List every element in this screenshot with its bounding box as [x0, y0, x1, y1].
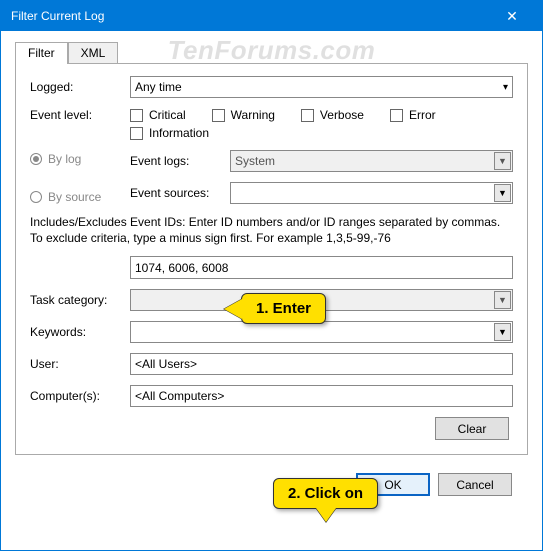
close-icon[interactable]: ✕: [492, 8, 532, 25]
checkbox-icon: [212, 109, 225, 122]
chevron-down-icon: ▾: [503, 82, 508, 93]
cancel-button[interactable]: Cancel: [438, 473, 512, 496]
tab-xml[interactable]: XML: [68, 42, 119, 64]
filter-panel: Logged: Any time ▾ Event level: Critical…: [15, 63, 528, 455]
dropdown-button-icon: ▼: [494, 323, 511, 341]
computers-input[interactable]: [130, 385, 513, 407]
event-logs-select: System ▼: [230, 150, 513, 172]
radio-icon: [30, 191, 42, 203]
logged-select[interactable]: Any time ▾: [130, 76, 513, 98]
clear-button[interactable]: Clear: [435, 417, 509, 440]
checkbox-critical[interactable]: Critical: [130, 108, 186, 122]
event-logs-label: Event logs:: [130, 154, 230, 168]
window-title: Filter Current Log: [11, 9, 104, 23]
event-sources-select[interactable]: ▼: [230, 182, 513, 204]
checkbox-icon: [130, 109, 143, 122]
checkbox-icon: [130, 127, 143, 140]
checkbox-icon: [390, 109, 403, 122]
logged-label: Logged:: [30, 80, 130, 94]
titlebar: Filter Current Log ✕: [1, 1, 542, 31]
event-level-label: Event level:: [30, 108, 130, 122]
event-logs-value: System: [235, 154, 275, 168]
user-label: User:: [30, 357, 130, 371]
radio-by-source: By source: [30, 190, 130, 204]
checkbox-warning[interactable]: Warning: [212, 108, 275, 122]
radio-by-log: By log: [30, 152, 130, 166]
keywords-label: Keywords:: [30, 325, 130, 339]
callout-enter: 1. Enter: [241, 293, 326, 324]
user-input[interactable]: [130, 353, 513, 375]
dropdown-button-icon: ▼: [494, 184, 511, 202]
radio-icon: [30, 153, 42, 165]
computers-label: Computer(s):: [30, 389, 130, 403]
task-category-label: Task category:: [30, 293, 130, 307]
logged-value: Any time: [135, 80, 182, 94]
tab-filter[interactable]: Filter: [15, 42, 68, 64]
event-sources-label: Event sources:: [130, 186, 230, 200]
dropdown-button-icon: ▼: [494, 152, 511, 170]
keywords-select[interactable]: ▼: [130, 321, 513, 343]
checkbox-verbose[interactable]: Verbose: [301, 108, 364, 122]
checkbox-information[interactable]: Information: [130, 126, 209, 140]
tabs: Filter XML: [15, 41, 528, 63]
ids-help-text: Includes/Excludes Event IDs: Enter ID nu…: [30, 214, 513, 246]
checkbox-error[interactable]: Error: [390, 108, 436, 122]
checkbox-icon: [301, 109, 314, 122]
dropdown-button-icon: ▼: [494, 291, 511, 309]
callout-click: 2. Click on: [273, 478, 378, 509]
event-ids-input[interactable]: [130, 256, 513, 279]
